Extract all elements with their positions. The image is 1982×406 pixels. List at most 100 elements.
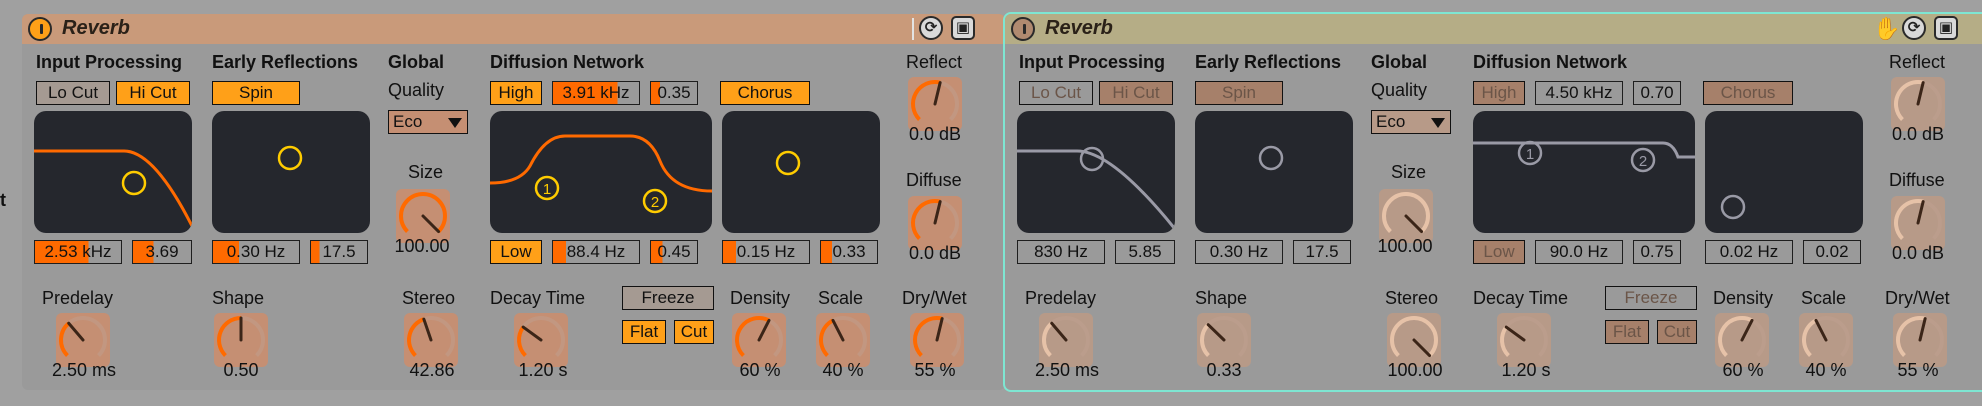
hot-swap-icon[interactable]: ⟳ <box>919 16 943 40</box>
marker-1: 1 <box>1526 146 1534 163</box>
power-icon <box>1023 24 1026 34</box>
predelay-label: Predelay <box>1025 288 1097 308</box>
diffusion-network-header: Diffusion Network <box>1473 52 1628 72</box>
marker-2: 2 <box>1639 153 1647 170</box>
low-q-field[interactable]: 0.75 <box>1633 240 1681 264</box>
chorus-rate-field[interactable]: 0.15 Hz <box>722 240 810 264</box>
diffusion-filter-display[interactable]: 1 2 <box>490 111 712 233</box>
input-frequency-field[interactable]: 2.53 kHz <box>34 240 122 264</box>
device-title-bar[interactable] <box>22 14 1005 44</box>
input-filter-display[interactable] <box>34 111 192 233</box>
freeze-button[interactable]: Freeze <box>622 286 714 310</box>
chorus-display[interactable] <box>722 111 880 233</box>
hi-cut-button[interactable]: Hi Cut <box>1099 81 1173 105</box>
hot-swap-icon[interactable]: ⟳ <box>1902 16 1926 40</box>
title-bar-spacer <box>912 18 914 40</box>
scale-value: 40 % <box>1805 360 1847 380</box>
reverb-device-1: Reverb ⟳ ▣ Input Processing Early Reflect… <box>22 14 1005 390</box>
low-button[interactable]: Low <box>1473 240 1525 264</box>
size-value: 100.00 <box>1377 236 1433 256</box>
dry-wet-value: 55 % <box>1897 360 1939 380</box>
decay-time-label: Decay Time <box>490 288 586 308</box>
device-title: Reverb <box>1045 17 1113 39</box>
high-button[interactable]: High <box>1473 81 1525 105</box>
reflect-label: Reflect <box>1889 52 1946 72</box>
spin-button[interactable]: Spin <box>212 81 300 105</box>
lo-cut-button[interactable]: Lo Cut <box>36 81 110 105</box>
size-label: Size <box>1391 162 1427 182</box>
spin-button[interactable]: Spin <box>1195 81 1283 105</box>
spin-rate-field[interactable]: 0.30 Hz <box>1195 240 1283 264</box>
quality-dropdown[interactable]: Eco <box>388 110 468 134</box>
shape-label: Shape <box>1195 288 1248 308</box>
dry-wet-value: 55 % <box>914 360 956 380</box>
save-preset-icon[interactable]: ▣ <box>951 16 975 40</box>
spin-rate-field[interactable]: 0.30 Hz <box>212 240 300 264</box>
cut-button[interactable]: Cut <box>1657 320 1697 344</box>
diffusion-network-header: Diffusion Network <box>490 52 645 72</box>
predelay-label: Predelay <box>42 288 114 308</box>
global-header: Global <box>388 52 445 72</box>
high-q-field[interactable]: 0.70 <box>1633 81 1681 105</box>
early-reflections-display[interactable] <box>1195 111 1353 233</box>
low-q-field[interactable]: 0.45 <box>650 240 698 264</box>
density-label: Density <box>730 288 791 308</box>
chorus-amount-field[interactable]: 0.02 <box>1803 240 1861 264</box>
hand-icon[interactable]: ✋ <box>1873 16 1900 42</box>
device-power-toggle[interactable] <box>28 17 52 41</box>
marker-1: 1 <box>543 181 551 198</box>
diffuse-value: 0.0 dB <box>908 243 962 263</box>
scale-label: Scale <box>1801 288 1847 308</box>
hi-cut-button[interactable]: Hi Cut <box>116 81 190 105</box>
cut-button[interactable]: Cut <box>674 320 714 344</box>
input-width-field[interactable]: 3.69 <box>132 240 192 264</box>
predelay-value: 2.50 ms <box>1034 360 1100 380</box>
high-q-field[interactable]: 0.35 <box>650 81 698 105</box>
shape-value: 0.33 <box>1206 360 1242 380</box>
chorus-button[interactable]: Chorus <box>1703 81 1793 105</box>
flat-button[interactable]: Flat <box>622 320 666 344</box>
save-preset-icon[interactable]: ▣ <box>1934 16 1958 40</box>
chorus-button[interactable]: Chorus <box>720 81 810 105</box>
low-button[interactable]: Low <box>490 240 542 264</box>
offscreen-label-fragment: t <box>0 190 6 210</box>
shape-label: Shape <box>212 288 265 308</box>
stereo-label: Stereo <box>402 288 456 308</box>
input-processing-header: Input Processing <box>36 52 183 72</box>
high-button[interactable]: High <box>490 81 542 105</box>
scale-value: 40 % <box>822 360 864 380</box>
chorus-rate-field[interactable]: 0.02 Hz <box>1705 240 1793 264</box>
early-reflections-header: Early Reflections <box>212 52 359 72</box>
decay-time-value: 1.20 s <box>518 360 568 380</box>
decay-time-label: Decay Time <box>1473 288 1569 308</box>
device-title-bar[interactable] <box>1005 14 1982 44</box>
shape-value: 0.50 <box>223 360 259 380</box>
quality-label: Quality <box>1371 80 1428 100</box>
freeze-button[interactable]: Freeze <box>1605 286 1697 310</box>
stereo-value: 42.86 <box>409 360 455 380</box>
marker-2: 2 <box>651 194 659 211</box>
input-filter-display[interactable] <box>1017 111 1175 233</box>
input-width-field[interactable]: 5.85 <box>1115 240 1175 264</box>
flat-button[interactable]: Flat <box>1605 320 1649 344</box>
lo-cut-button[interactable]: Lo Cut <box>1019 81 1093 105</box>
device-power-toggle[interactable] <box>1011 17 1035 41</box>
reflect-value: 0.0 dB <box>908 124 962 144</box>
spin-amount-field[interactable]: 17.5 <box>1293 240 1351 264</box>
low-frequency-field[interactable]: 88.4 Hz <box>552 240 640 264</box>
low-frequency-field[interactable]: 90.0 Hz <box>1535 240 1623 264</box>
diffusion-filter-display[interactable]: 1 2 <box>1473 111 1695 233</box>
size-label: Size <box>408 162 444 182</box>
early-reflections-display[interactable] <box>212 111 370 233</box>
quality-dropdown[interactable]: Eco <box>1371 110 1451 134</box>
chevron-down-icon <box>1431 118 1445 128</box>
high-frequency-field[interactable]: 4.50 kHz <box>1535 81 1623 105</box>
high-frequency-field[interactable]: 3.91 kHz <box>552 81 640 105</box>
chorus-display[interactable] <box>1705 111 1863 233</box>
input-frequency-field[interactable]: 830 Hz <box>1017 240 1105 264</box>
spin-amount-field[interactable]: 17.5 <box>310 240 368 264</box>
chorus-amount-field[interactable]: 0.33 <box>820 240 878 264</box>
dry-wet-label: Dry/Wet <box>1885 288 1950 308</box>
stereo-label: Stereo <box>1385 288 1439 308</box>
decay-time-value: 1.20 s <box>1501 360 1551 380</box>
